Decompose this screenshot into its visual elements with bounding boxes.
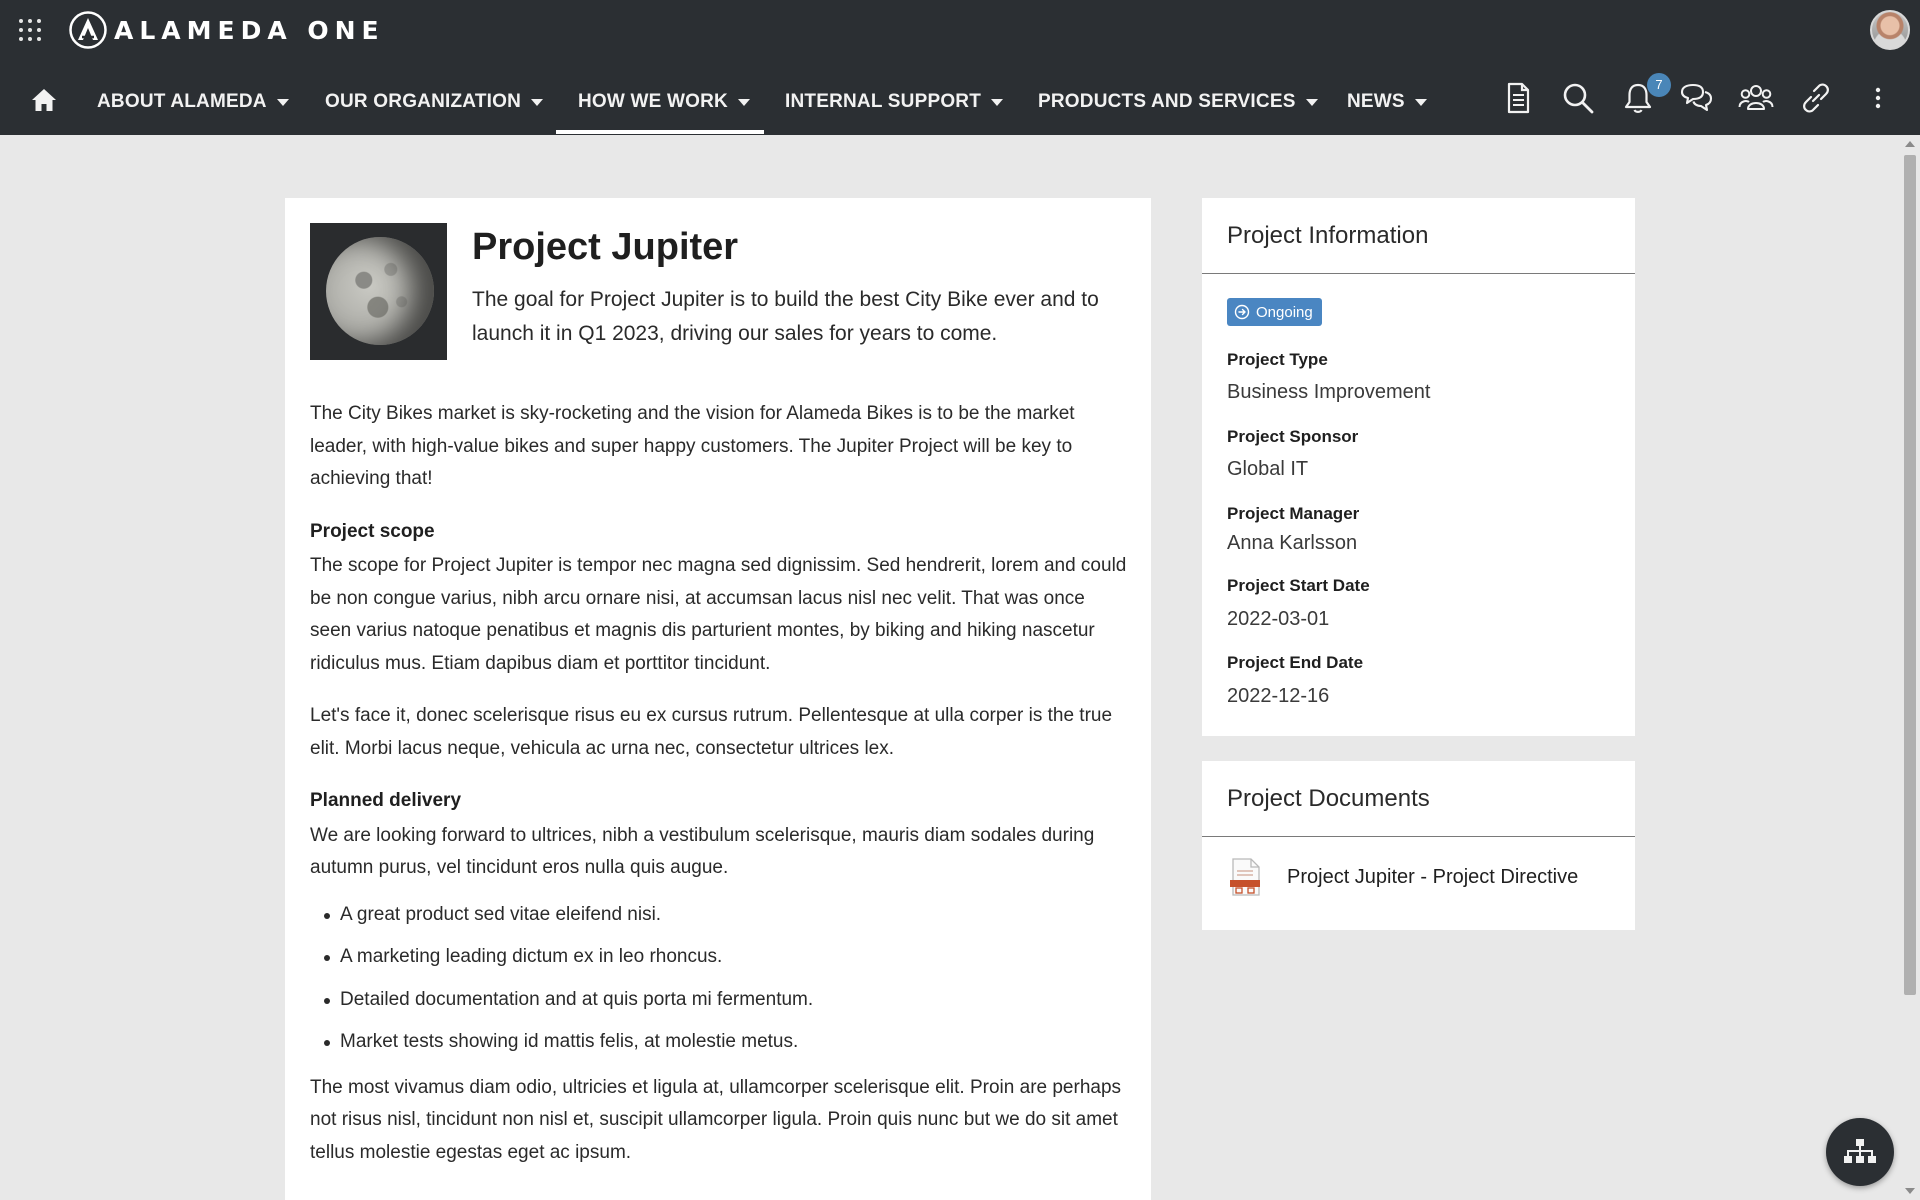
scope-paragraph: The scope for Project Jupiter is tempor …	[310, 555, 1127, 674]
scrollbar-thumb[interactable]	[1904, 155, 1916, 995]
list-item: Detailed documentation and at quis porta…	[322, 984, 1130, 1017]
field-label: Project Sponsor	[1227, 427, 1359, 446]
brand-name: ALAMEDA ONE	[114, 15, 385, 45]
nav-item-label: INTERNAL SUPPORT	[785, 90, 982, 112]
caret-down-icon	[737, 99, 750, 106]
vertical-scrollbar[interactable]	[1900, 135, 1920, 1200]
field-value: Anna Karlsson	[1227, 532, 1358, 554]
moon-image	[326, 237, 434, 345]
intro-paragraph: The City Bikes market is sky-rocketing a…	[310, 403, 1075, 489]
scope-paragraph-2: Let's face it, donec scelerisque risus e…	[310, 705, 1113, 759]
document-link[interactable]: Project Jupiter - Project Directive	[1227, 857, 1578, 897]
card-heading: Project Documents	[1202, 761, 1635, 837]
main-nav: ABOUT ALAMEDA OUR ORGANIZATION HOW WE WO…	[0, 68, 1500, 135]
field-value: Business Improvement	[1227, 381, 1431, 403]
field-value: 2022-12-16	[1227, 685, 1330, 707]
project-information-card: Project Information Ongoing Project Type…	[1202, 198, 1635, 736]
search-icon[interactable]	[1560, 80, 1596, 116]
list-item: A great product sed vitae eleifend nisi.	[322, 899, 1130, 932]
caret-down-icon	[531, 99, 544, 106]
sitemap-button[interactable]	[1826, 1118, 1894, 1186]
nav-item-about-alameda[interactable]: ABOUT ALAMEDA	[97, 68, 289, 135]
nav-item-label: OUR ORGANIZATION	[325, 90, 522, 112]
chat-icon[interactable]	[1678, 80, 1714, 116]
delivery-paragraph: We are looking forward to ultrices, nibh…	[310, 824, 1095, 879]
nav-item-our-organization[interactable]: OUR ORGANIZATION	[325, 68, 544, 135]
nav-item-label: NEWS	[1347, 90, 1405, 112]
brand-logo[interactable]: ALAMEDA ONE	[68, 10, 385, 50]
scope-heading: Project scope	[310, 520, 435, 542]
page-title: Project Jupiter	[472, 226, 739, 268]
active-tab-indicator	[556, 130, 764, 134]
sitemap-icon	[1844, 1139, 1876, 1163]
home-icon[interactable]	[30, 86, 58, 114]
nav-item-label: PRODUCTS AND SERVICES	[1038, 90, 1296, 112]
arrow-circle-icon	[1234, 304, 1250, 320]
notification-count-badge: 7	[1647, 73, 1671, 97]
pdf-icon	[1230, 858, 1260, 896]
delivery-list: A great product sed vitae eleifend nisi.…	[322, 899, 1130, 1059]
list-item: A marketing leading dictum ex in leo rho…	[322, 941, 1130, 974]
nav-item-products-and-services[interactable]: PRODUCTS AND SERVICES	[1038, 68, 1318, 135]
nav-item-news[interactable]: NEWS	[1347, 68, 1427, 135]
project-image	[310, 223, 447, 360]
project-documents-card: Project Documents Project Jupiter - Proj…	[1202, 761, 1635, 930]
field-label: Project Manager	[1227, 504, 1360, 523]
top-bar: ALAMEDA ONE ABOUT ALAMEDA OUR ORGANIZATI…	[0, 0, 1920, 135]
document-name: Project Jupiter - Project Directive	[1287, 865, 1579, 888]
more-vertical-icon[interactable]	[1860, 80, 1896, 116]
nav-item-how-we-work[interactable]: HOW WE WORK	[578, 68, 750, 135]
nav-item-label: HOW WE WORK	[578, 90, 728, 112]
field-value: 2022-03-01	[1227, 608, 1330, 630]
project-article: Project Jupiter The goal for Project Jup…	[285, 198, 1151, 1200]
status-label: Ongoing	[1256, 303, 1313, 321]
link-icon[interactable]	[1798, 80, 1834, 116]
delivery-heading: Planned delivery	[310, 790, 462, 811]
document-icon[interactable]	[1500, 80, 1536, 116]
closing-paragraph: The most vivamus diam odio, ultricies et…	[310, 1076, 1122, 1163]
scroll-down-arrow-icon[interactable]	[1905, 1188, 1915, 1194]
user-avatar[interactable]	[1870, 10, 1910, 50]
list-item: Market tests showing id mattis felis, at…	[322, 1026, 1130, 1059]
page-lead: The goal for Project Jupiter is to build…	[472, 288, 1099, 345]
card-heading: Project Information	[1202, 198, 1635, 274]
field-value: Global IT	[1227, 458, 1309, 480]
caret-down-icon	[276, 99, 289, 106]
nav-item-internal-support[interactable]: INTERNAL SUPPORT	[785, 68, 1004, 135]
field-label: Project Type	[1227, 350, 1328, 369]
field-label: Project Start Date	[1227, 576, 1370, 595]
apps-grid-icon[interactable]	[19, 19, 41, 41]
nav-item-label: ABOUT ALAMEDA	[97, 90, 267, 112]
status-badge: Ongoing	[1227, 298, 1322, 326]
caret-down-icon	[1414, 99, 1427, 106]
people-icon[interactable]	[1738, 80, 1774, 116]
alameda-logo-icon	[69, 11, 107, 49]
caret-down-icon	[991, 99, 1004, 106]
field-label: Project End Date	[1227, 653, 1364, 672]
caret-down-icon	[1305, 99, 1318, 106]
scroll-up-arrow-icon[interactable]	[1905, 141, 1915, 147]
article-body: The City Bikes market is sky-rocketing a…	[310, 398, 1130, 1189]
